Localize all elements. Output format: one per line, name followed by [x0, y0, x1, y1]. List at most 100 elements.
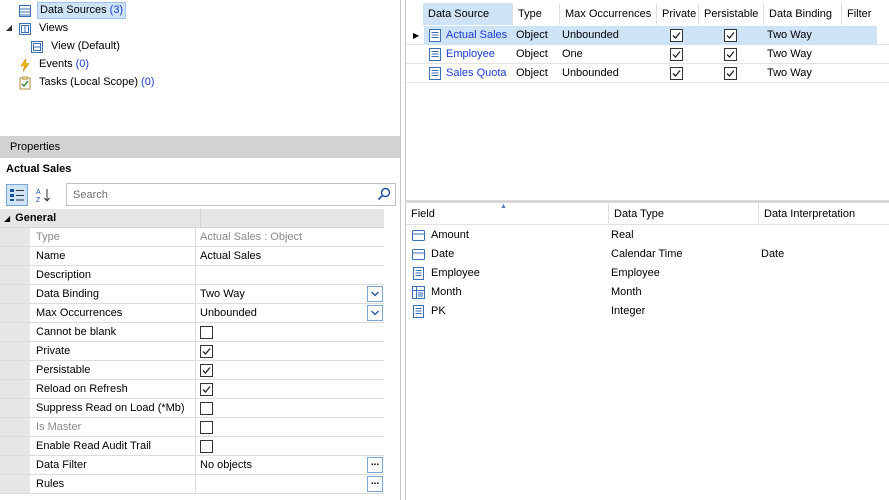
category-general[interactable]: ◢ General — [0, 209, 384, 228]
table-icon — [411, 247, 426, 262]
property-value-cell[interactable]: ... — [196, 475, 384, 493]
search-icon[interactable] — [377, 187, 391, 201]
field-row-amount[interactable]: Amount Real — [406, 226, 889, 245]
row-margin — [0, 247, 30, 265]
field-name: Amount — [431, 229, 469, 241]
dropdown-button[interactable] — [367, 286, 383, 302]
checkbox[interactable] — [200, 345, 213, 358]
column-header-data-type[interactable]: Data Type — [609, 203, 759, 225]
property-value-cell[interactable] — [196, 437, 384, 455]
property-value-cell[interactable] — [196, 418, 384, 436]
tree-item-data-sources[interactable]: Data Sources (3) — [18, 2, 127, 19]
list-icon — [411, 266, 426, 281]
field-data-type: Real — [611, 229, 634, 241]
property-row-reload-on-refresh[interactable]: Reload on Refresh — [0, 380, 384, 399]
column-header-persistable[interactable]: Persistable — [699, 3, 764, 25]
property-value-cell[interactable] — [196, 323, 384, 341]
svg-text:Z: Z — [36, 197, 41, 203]
selected-object-name: Actual Sales — [6, 163, 72, 175]
checkbox[interactable] — [200, 383, 213, 396]
property-row-max-occurrences[interactable]: Max Occurrences Unbounded — [0, 304, 384, 323]
row-margin — [0, 285, 30, 303]
private-checkbox[interactable] — [670, 67, 683, 80]
svg-text:A: A — [36, 189, 41, 196]
checkbox[interactable] — [200, 364, 213, 377]
alphabetical-button[interactable]: AZ — [33, 184, 55, 206]
row-pointer-icon: ▶ — [413, 31, 420, 40]
data-source-name[interactable]: Actual Sales — [446, 26, 512, 45]
collapse-arrow-icon[interactable]: ◢ — [4, 23, 14, 32]
property-row-private[interactable]: Private — [0, 342, 384, 361]
column-header-private[interactable]: Private — [657, 3, 699, 25]
data-source-name[interactable]: Sales Quota — [446, 64, 512, 83]
data-source-row-employee[interactable]: Employee Object One Two Way — [406, 45, 889, 64]
property-value-cell[interactable] — [196, 399, 384, 417]
property-row-description[interactable]: Description — [0, 266, 384, 285]
sort-up-icon: ▲ — [500, 203, 507, 210]
view-icon — [30, 40, 44, 54]
data-source-row-sales-quota[interactable]: Sales Quota Object Unbounded Two Way — [406, 64, 889, 83]
form-tree: Data Sources (3) ◢ Views View (Default) E… — [0, 0, 400, 135]
property-row-suppress-read-on-load-mb[interactable]: Suppress Read on Load (*Mb) — [0, 399, 384, 418]
property-value-cell[interactable] — [196, 361, 384, 379]
tree-item-view-default[interactable]: View (Default) — [30, 38, 122, 55]
property-row-enable-read-audit-trail[interactable]: Enable Read Audit Trail — [0, 437, 384, 456]
property-value[interactable]: Actual Sales — [200, 250, 261, 262]
field-row-month[interactable]: Month Month — [406, 283, 889, 302]
checkbox[interactable] — [200, 440, 213, 453]
checkbox[interactable] — [200, 421, 213, 434]
field-name: Month — [431, 286, 462, 298]
property-row-rules[interactable]: Rules... — [0, 475, 384, 494]
collapse-arrow-icon[interactable]: ◢ — [4, 214, 10, 223]
persistable-checkbox[interactable] — [724, 67, 737, 80]
property-name: Type — [30, 228, 196, 246]
property-search-input[interactable] — [66, 183, 396, 206]
column-header-data-binding[interactable]: Data Binding — [764, 3, 842, 25]
property-row-persistable[interactable]: Persistable — [0, 361, 384, 380]
column-header-data-source[interactable]: Data Source — [423, 3, 513, 25]
row-margin — [0, 399, 30, 417]
property-value-cell[interactable]: Unbounded — [196, 304, 384, 322]
checkbox[interactable] — [200, 402, 213, 415]
field-row-pk[interactable]: PK Integer — [406, 302, 889, 321]
property-value-cell[interactable]: No objects... — [196, 456, 384, 474]
column-header-max-occurrences[interactable]: Max Occurrences — [560, 3, 657, 25]
dropdown-button[interactable] — [367, 305, 383, 321]
private-checkbox[interactable] — [670, 29, 683, 42]
tree-item-tasks[interactable]: Tasks (Local Scope) (0) — [18, 74, 157, 91]
private-checkbox[interactable] — [670, 48, 683, 61]
fields-table: Field ▲ Data Type Data Interpretation Amo… — [405, 203, 889, 500]
property-value-cell[interactable] — [196, 342, 384, 360]
column-header-data-interpretation[interactable]: Data Interpretation — [759, 203, 889, 225]
property-value-cell[interactable]: Actual Sales : Object — [196, 228, 384, 246]
data-source-name[interactable]: Employee — [446, 45, 512, 64]
column-header-field[interactable]: Field ▲ — [406, 203, 609, 225]
row-margin — [0, 475, 30, 493]
tree-item-views[interactable]: Views — [18, 20, 70, 37]
property-row-type[interactable]: Type Actual Sales : Object — [0, 228, 384, 247]
ellipsis-button[interactable]: ... — [367, 476, 383, 492]
property-row-name[interactable]: Name Actual Sales — [0, 247, 384, 266]
sort-az-icon: AZ — [36, 189, 50, 203]
property-row-data-filter[interactable]: Data Filter No objects... — [0, 456, 384, 475]
property-row-is-master[interactable]: Is Master — [0, 418, 384, 437]
field-row-date[interactable]: Date Calendar Time Date — [406, 245, 889, 264]
property-value-cell[interactable] — [196, 266, 384, 284]
column-header-filter[interactable]: Filter — [842, 3, 889, 25]
property-value-cell[interactable] — [196, 380, 384, 398]
persistable-checkbox[interactable] — [724, 29, 737, 42]
data-source-row-actual-sales[interactable]: ▶ Actual Sales Object Unbounded Two Way — [406, 26, 889, 45]
property-value-cell[interactable]: Two Way — [196, 285, 384, 303]
checkbox[interactable] — [200, 326, 213, 339]
persistable-checkbox[interactable] — [724, 48, 737, 61]
field-row-employee[interactable]: Employee Employee — [406, 264, 889, 283]
property-row-data-binding[interactable]: Data Binding Two Way — [0, 285, 384, 304]
column-header-type[interactable]: Type — [513, 3, 560, 25]
ellipsis-button[interactable]: ... — [367, 457, 383, 473]
categorized-button[interactable] — [6, 184, 28, 206]
property-value-cell[interactable]: Actual Sales — [196, 247, 384, 265]
lightning-icon — [18, 57, 32, 72]
left-pane: Data Sources (3) ◢ Views View (Default) E… — [0, 0, 401, 500]
property-row-cannot-be-blank[interactable]: Cannot be blank — [0, 323, 384, 342]
tree-item-events[interactable]: Events (0) — [18, 56, 91, 73]
